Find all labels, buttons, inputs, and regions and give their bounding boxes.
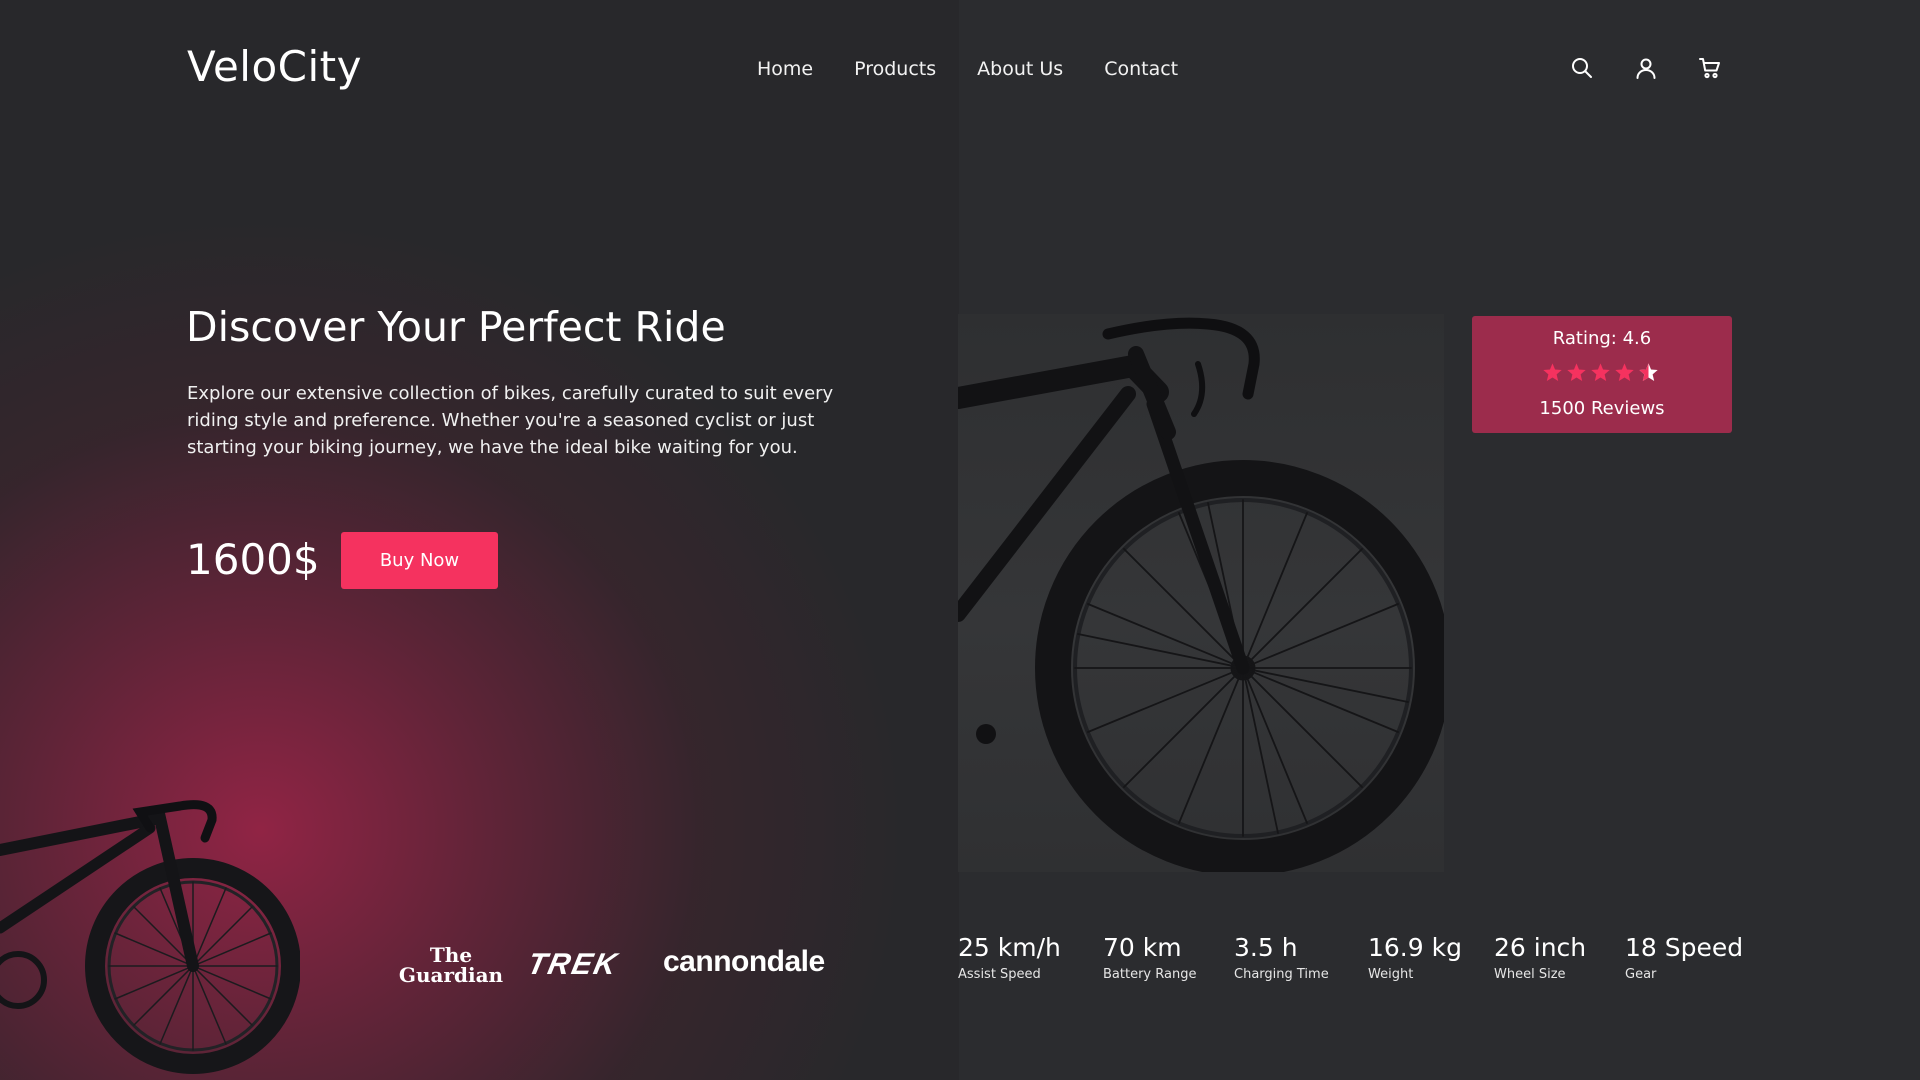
nav-products[interactable]: Products bbox=[854, 58, 936, 80]
trek-logo: TREK bbox=[524, 948, 622, 981]
cart-icon[interactable] bbox=[1698, 56, 1722, 80]
spec-value: 70 km bbox=[1103, 933, 1182, 962]
nav-about-us[interactable]: About Us bbox=[977, 58, 1063, 80]
cannondale-logo: cannondale bbox=[663, 945, 825, 978]
star-icon bbox=[1567, 363, 1586, 381]
main-nav: Home Products About Us Contact bbox=[757, 58, 1178, 80]
hero-description: Explore our extensive collection of bike… bbox=[187, 383, 834, 458]
spec-label: Weight bbox=[1368, 967, 1414, 982]
spec-label: Battery Range bbox=[1103, 967, 1197, 982]
guardian-logo: The Guardian bbox=[398, 945, 504, 985]
user-icon[interactable] bbox=[1634, 56, 1658, 80]
spec-label: Wheel Size bbox=[1494, 967, 1566, 982]
nav-contact[interactable]: Contact bbox=[1104, 58, 1178, 80]
brand-logo[interactable]: VeloCity bbox=[187, 42, 362, 91]
product-price: 1600$ bbox=[186, 535, 320, 584]
spec-wheel-size: 26 inch Wheel Size bbox=[1494, 933, 1586, 982]
spec-label: Gear bbox=[1625, 967, 1657, 982]
spec-list: 25 km/h Assist Speed 70 km Battery Range… bbox=[958, 933, 1743, 993]
landing-page: VeloCity Home Products About Us Contact … bbox=[0, 0, 1920, 1080]
star-icon bbox=[1543, 363, 1562, 381]
spec-value: 16.9 kg bbox=[1368, 933, 1462, 962]
star-icon bbox=[1615, 363, 1634, 381]
spec-value: 26 inch bbox=[1494, 933, 1587, 962]
spec-value: 18 Speed bbox=[1625, 933, 1744, 962]
spec-value: 25 km/h bbox=[958, 933, 1061, 962]
rating-stars bbox=[1542, 362, 1659, 383]
spec-charging-time: 3.5 h Charging Time bbox=[1234, 933, 1329, 982]
review-count: 1500 Reviews bbox=[1539, 398, 1665, 419]
spec-battery-range: 70 km Battery Range bbox=[1103, 933, 1196, 982]
search-icon[interactable] bbox=[1570, 56, 1594, 80]
star-icon bbox=[1591, 363, 1610, 381]
spec-value: 3.5 h bbox=[1234, 933, 1298, 962]
header-actions bbox=[1570, 56, 1722, 80]
spec-gear: 18 Speed Gear bbox=[1625, 933, 1743, 982]
bike-thumbnail-image bbox=[0, 780, 300, 1080]
bike-product-image bbox=[958, 314, 1444, 872]
rating-label: Rating: 4.6 bbox=[1552, 328, 1652, 349]
spec-label: Assist Speed bbox=[958, 967, 1041, 982]
guardian-logo-line2: Guardian bbox=[398, 963, 504, 987]
hero-title: Discover Your Perfect Ride bbox=[186, 303, 726, 351]
spec-weight: 16.9 kg Weight bbox=[1368, 933, 1462, 982]
rating-card: Rating: 4.6 1500 Reviews bbox=[1472, 316, 1732, 433]
nav-home[interactable]: Home bbox=[757, 58, 813, 80]
buy-now-button[interactable]: Buy Now bbox=[341, 532, 498, 589]
guardian-logo-line1: The bbox=[429, 943, 473, 967]
spec-label: Charging Time bbox=[1234, 967, 1329, 982]
half-star-icon bbox=[1639, 363, 1658, 381]
spec-assist-speed: 25 km/h Assist Speed bbox=[958, 933, 1061, 982]
